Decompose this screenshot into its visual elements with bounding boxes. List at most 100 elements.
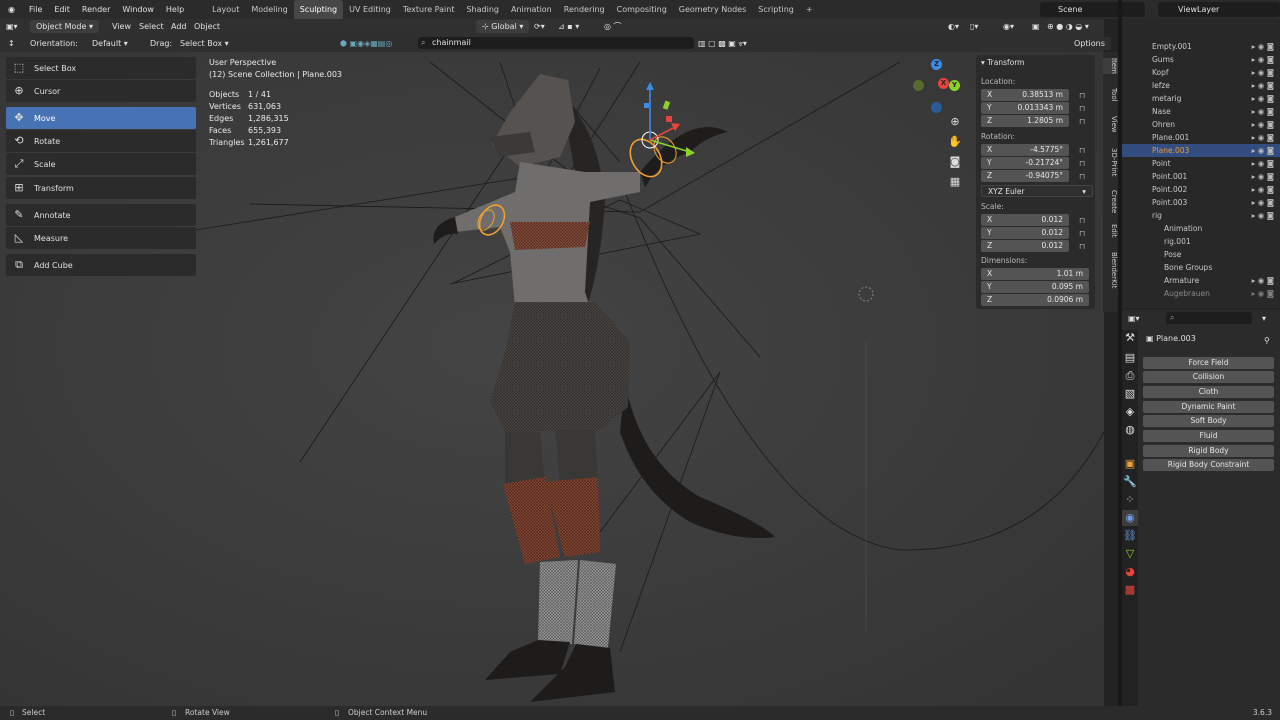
menu-select[interactable]: Select [139, 20, 164, 33]
tab-layout[interactable]: Layout [206, 0, 245, 19]
outliner-row[interactable]: Augebrauen ▸ ◉ ◙ [1122, 287, 1280, 300]
visibility-icons[interactable]: ▸ ◉ ◙ [1252, 170, 1274, 183]
view-layer-selector[interactable]: ViewLayer [1158, 2, 1280, 17]
outliner-row[interactable]: rig.001 [1122, 235, 1280, 248]
scale-y-field[interactable]: Y 0.012 [981, 227, 1069, 239]
sidebar-tab-view[interactable]: View [1103, 116, 1118, 133]
physics-tab-icon[interactable]: ◉ [1122, 510, 1138, 526]
visibility-icons[interactable]: ▸ ◉ ◙ [1252, 196, 1274, 209]
rigid-body-constraint-button[interactable]: Rigid Body Constraint [1143, 459, 1274, 471]
filter-toggle-icons[interactable]: ▥ ▢ ▩ ▣ ⩔▾ [698, 37, 747, 50]
tab-rendering[interactable]: Rendering [558, 0, 611, 19]
proportional-edit-icon[interactable]: ◎ ⌒ [604, 20, 622, 33]
transform-panel-title[interactable]: ▾ Transform [981, 58, 1024, 67]
tab-scripting[interactable]: Scripting [752, 0, 800, 19]
properties-editor-icon[interactable]: ▣▾ [1128, 312, 1140, 325]
camera-icon[interactable]: ◙ [947, 154, 963, 170]
lock-icon[interactable]: ⊓ [1079, 146, 1088, 155]
properties-options-icon[interactable]: ▾ [1262, 312, 1266, 325]
view-layer-tab-icon[interactable]: ▧ [1122, 386, 1138, 402]
gizmo-x-axis[interactable]: X [938, 78, 949, 89]
menu-window[interactable]: Window [116, 0, 160, 19]
menu-object[interactable]: Object [194, 20, 220, 33]
tab-shading[interactable]: Shading [460, 0, 505, 19]
outliner-row[interactable]: Gums ▸ ◉ ◙ [1122, 53, 1280, 66]
collision-button[interactable]: Collision [1143, 371, 1274, 383]
outliner-row[interactable]: Pose [1122, 248, 1280, 261]
pin-icon[interactable]: ⚲ [1264, 334, 1270, 347]
visibility-icon[interactable]: ▯▾ [970, 20, 978, 33]
fluid-button[interactable]: Fluid [1143, 430, 1274, 442]
outliner-row[interactable]: Point.002 ▸ ◉ ◙ [1122, 183, 1280, 196]
scene-selector[interactable]: Scene [1040, 2, 1145, 17]
overlays-icon[interactable]: ◉▾ [1003, 20, 1014, 33]
visibility-icons[interactable]: ▸ ◉ ◙ [1252, 131, 1274, 144]
mode-selector[interactable]: Object Mode ▾ [30, 20, 99, 33]
snap-icon[interactable]: ⊿ ▪ ▾ [558, 20, 579, 33]
tool-move[interactable]: ✥ Move [6, 107, 196, 129]
blender-logo-icon[interactable]: ◉ [0, 0, 23, 19]
object-tab-icon[interactable]: ▣ [1122, 456, 1138, 472]
viewport-search-input[interactable]: ⌕ chainmail [418, 37, 694, 49]
visibility-icons[interactable]: ▸ ◉ ◙ [1252, 53, 1274, 66]
location-x-field[interactable]: X 0.38513 m [981, 89, 1069, 101]
tab-sculpting[interactable]: Sculpting [293, 0, 344, 19]
outliner-row[interactable]: metarig ▸ ◉ ◙ [1122, 92, 1280, 105]
outliner-row[interactable]: Point.003 ▸ ◉ ◙ [1122, 196, 1280, 209]
dynamic-paint-button[interactable]: Dynamic Paint [1143, 401, 1274, 413]
sidebar-tab-tool[interactable]: Tool [1103, 88, 1118, 102]
tab-texture-paint[interactable]: Texture Paint [397, 0, 461, 19]
visibility-icons[interactable]: ▸ ◉ ◙ [1252, 92, 1274, 105]
visibility-icons[interactable]: ▸ ◉ ◙ [1252, 157, 1274, 170]
output-tab-icon[interactable]: ⎙ [1122, 368, 1138, 384]
lock-icon[interactable]: ⊓ [1079, 104, 1088, 113]
lock-icon[interactable]: ⊓ [1079, 216, 1088, 225]
pivot-icon[interactable]: ⟳▾ [534, 20, 545, 33]
tool-annotate[interactable]: ✎ Annotate [6, 204, 196, 226]
pan-hand-icon[interactable]: ✋ [947, 134, 963, 150]
tool-select-box[interactable]: ⬚ Select Box [6, 57, 196, 79]
visibility-icons[interactable]: ▸ ◉ ◙ [1252, 79, 1274, 92]
outliner-row[interactable]: Kopf ▸ ◉ ◙ [1122, 66, 1280, 79]
menu-view[interactable]: View [112, 20, 131, 33]
rotation-y-field[interactable]: Y -0.21724° [981, 157, 1069, 169]
viewport-gizmo-icon[interactable]: ◐▾ [948, 20, 959, 33]
visibility-icons[interactable]: ▸ ◉ ◙ [1252, 183, 1274, 196]
rotation-z-field[interactable]: Z -0.94075° [981, 170, 1069, 182]
visibility-icons[interactable]: ▸ ◉ ◙ [1252, 144, 1274, 157]
rotation-mode-select[interactable]: XYZ Euler ▾ [981, 185, 1093, 197]
tab-modeling[interactable]: Modeling [245, 0, 293, 19]
tab-animation[interactable]: Animation [505, 0, 558, 19]
zoom-icon[interactable]: ⊕ [947, 114, 963, 130]
add-workspace-button[interactable]: + [800, 0, 819, 19]
outliner-row[interactable]: Empty.001 ▸ ◉ ◙ [1122, 40, 1280, 53]
particles-tab-icon[interactable]: ⁘ [1122, 492, 1138, 508]
visibility-icons[interactable]: ▸ ◉ ◙ [1252, 287, 1274, 300]
menu-help[interactable]: Help [160, 0, 190, 19]
menu-add[interactable]: Add [171, 20, 187, 33]
tool-transform[interactable]: ⊞ Transform [6, 177, 196, 199]
shading-modes-icon[interactable]: ⊕ ● ◑ ◒ ▾ [1047, 20, 1089, 33]
outliner-row[interactable]: Point.001 ▸ ◉ ◙ [1122, 170, 1280, 183]
dimensions-x-field[interactable]: X 1.01 m [981, 268, 1089, 280]
tool-scale[interactable]: ⤢ Scale [6, 153, 196, 175]
visibility-icons[interactable]: ▸ ◉ ◙ [1252, 66, 1274, 79]
grid-icon[interactable]: ▦ [947, 174, 963, 190]
visibility-icons[interactable]: ▸ ◉ ◙ [1252, 105, 1274, 118]
dimensions-y-field[interactable]: Y 0.095 m [981, 281, 1089, 293]
transform-orientation-selector[interactable]: ⊹ Global ▾ [476, 20, 530, 33]
tool-cursor[interactable]: ⊕ Cursor [6, 80, 196, 102]
menu-edit[interactable]: Edit [48, 0, 76, 19]
visibility-icons[interactable]: ▸ ◉ ◙ [1252, 209, 1274, 222]
visibility-icons[interactable]: ▸ ◉ ◙ [1252, 274, 1274, 287]
modifier-tab-icon[interactable]: 🔧 [1122, 474, 1138, 490]
tool-measure[interactable]: ◺ Measure [6, 227, 196, 249]
lock-icon[interactable]: ⊓ [1079, 229, 1088, 238]
sidebar-tab-item[interactable]: Item [1103, 58, 1118, 74]
gizmo-y-axis[interactable]: Y [949, 80, 960, 91]
3d-viewport[interactable]: ⬚ Select Box ⊕ Cursor ✥ Move ⟲ Rotate ⤢ Scale… [0, 52, 1104, 706]
visibility-icons[interactable]: ▸ ◉ ◙ [1252, 118, 1274, 131]
gizmo-neg-y-axis[interactable] [913, 80, 924, 91]
force-field-button[interactable]: Force Field [1143, 357, 1274, 369]
editor-type-icon[interactable]: ▣▾ [6, 20, 18, 33]
